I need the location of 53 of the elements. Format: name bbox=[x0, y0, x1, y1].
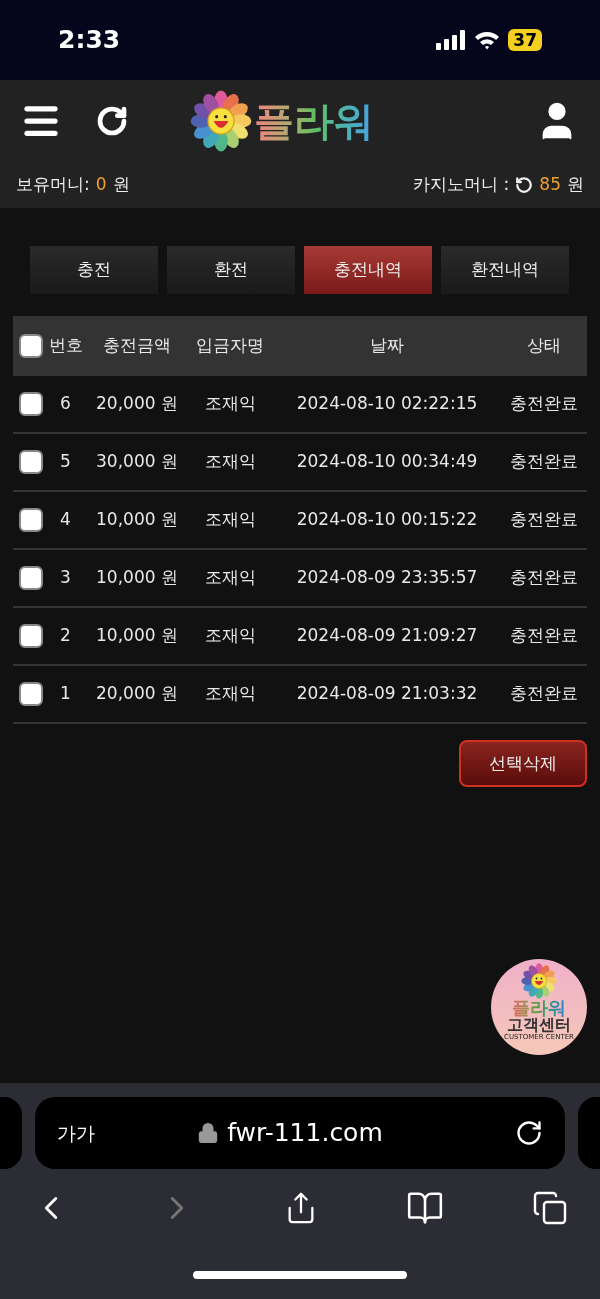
table-cell-text: 30,000 원 bbox=[96, 450, 178, 474]
table-cell-text: 조재익 bbox=[204, 508, 256, 532]
battery-indicator: 37 bbox=[508, 29, 542, 51]
tab[interactable]: 충전 bbox=[30, 246, 158, 294]
table-cell-text: 4 bbox=[60, 508, 71, 532]
table-cell-text: 20,000 원 bbox=[96, 682, 178, 706]
status-time: 2:33 bbox=[58, 24, 121, 57]
table-cell-text: 2024-08-09 21:09:27 bbox=[296, 624, 478, 648]
address-bar[interactable]: 가가 fwr-111.com bbox=[35, 1097, 565, 1169]
table-cell-text: 충전완료 bbox=[509, 392, 578, 416]
tab[interactable]: 충전내역 bbox=[304, 246, 432, 294]
table-cell-text: 3 bbox=[60, 566, 71, 590]
table-cell-text: 2024-08-10 00:15:22 bbox=[296, 508, 478, 532]
table-cell-text: 2024-08-10 02:22:15 bbox=[296, 392, 478, 416]
column-header: 충전금액 bbox=[103, 334, 171, 358]
table-cell-text: 충전완료 bbox=[509, 624, 578, 648]
balance-value: 0 bbox=[95, 173, 107, 197]
table-cell-text: 조재익 bbox=[204, 450, 256, 474]
table-cell-text: 6 bbox=[60, 392, 71, 416]
url-text: fwr-111.com bbox=[227, 1117, 383, 1150]
casino-money-value: 85 bbox=[539, 173, 561, 197]
delete-selected-button[interactable]: 선택삭제 bbox=[459, 740, 587, 787]
column-header: 상태 bbox=[526, 334, 561, 358]
table-cell-text: 5 bbox=[60, 450, 71, 474]
balance-unit: 원 bbox=[112, 173, 130, 197]
table-cell-text: 2024-08-09 21:03:32 bbox=[296, 682, 478, 706]
badge-brand: 플라워 bbox=[512, 999, 566, 1017]
balance-label: 보유머니: bbox=[16, 173, 90, 197]
table-cell-text: 10,000 원 bbox=[96, 508, 178, 532]
table-cell-text: 20,000 원 bbox=[96, 392, 178, 416]
table-cell-text: 조재익 bbox=[204, 682, 256, 706]
table-cell-text: 1 bbox=[60, 682, 71, 706]
table-cell-text: 2024-08-09 23:35:57 bbox=[296, 566, 478, 590]
table-cell-text: 충전완료 bbox=[509, 566, 578, 590]
table-cell-text: 충전완료 bbox=[509, 508, 578, 532]
casino-money-unit: 원 bbox=[567, 173, 584, 197]
table-cell-text: 2024-08-10 00:34:49 bbox=[296, 450, 478, 474]
column-header: 번호 bbox=[48, 334, 83, 358]
table-cell-text: 2 bbox=[60, 624, 71, 648]
tab[interactable]: 환전내역 bbox=[441, 246, 569, 294]
table-cell-text: 조재익 bbox=[204, 392, 256, 416]
column-header: 입금자명 bbox=[196, 334, 264, 358]
table-cell-text: 조재익 bbox=[204, 566, 256, 590]
casino-money-label: 카지노머니 : bbox=[413, 173, 510, 197]
text-size-label[interactable]: 가가 bbox=[57, 1118, 95, 1148]
column-header: 날짜 bbox=[370, 334, 404, 358]
tab[interactable]: 환전 bbox=[167, 246, 295, 294]
table-cell-text: 충전완료 bbox=[509, 450, 578, 474]
table-cell-text: 10,000 원 bbox=[96, 624, 178, 648]
table-cell-text: 조재익 bbox=[204, 624, 256, 648]
table-cell-text: 10,000 원 bbox=[96, 566, 178, 590]
table-cell-text: 충전완료 bbox=[509, 682, 578, 706]
badge-title: 고객센터 bbox=[507, 1017, 571, 1033]
